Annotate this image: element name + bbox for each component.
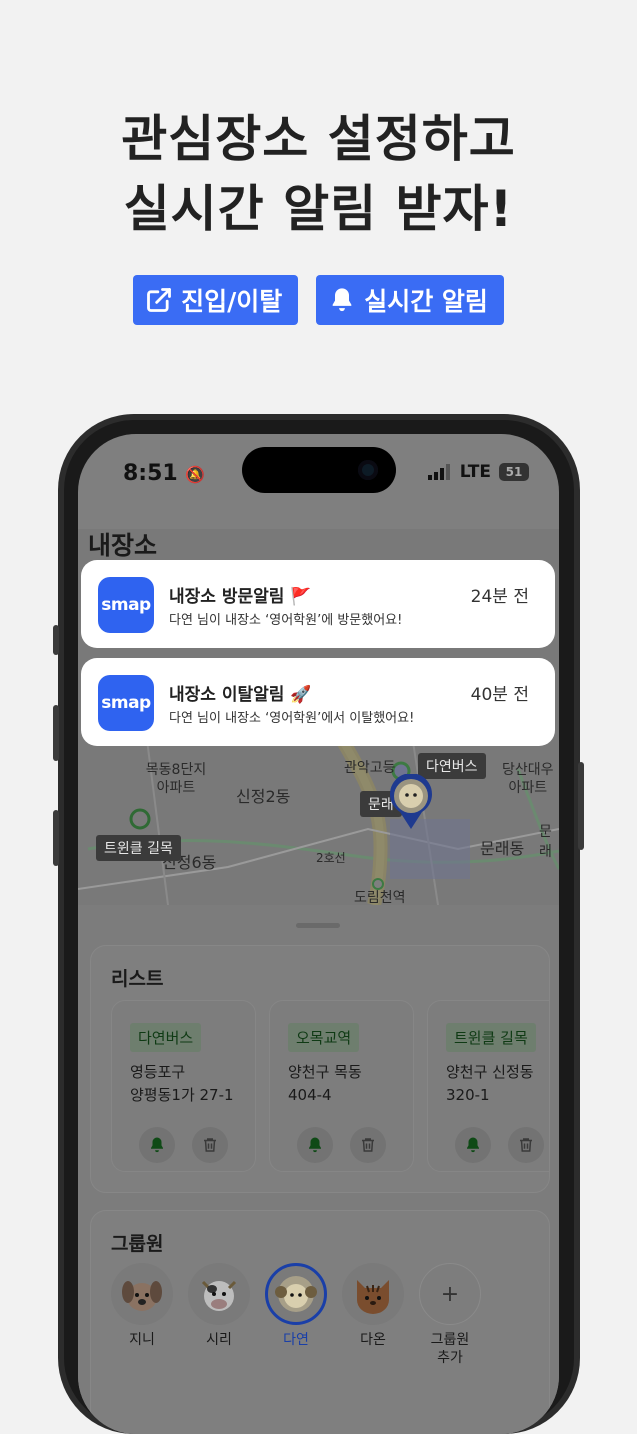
- page-title: 내장소: [88, 531, 158, 560]
- group-members: 지니 시리 다연 다온 + 그룹원 추가: [111, 1263, 481, 1367]
- map-label-mullae-edge: 문래: [539, 824, 552, 860]
- place-delete-button[interactable]: [350, 1127, 386, 1163]
- place-card[interactable]: 오목교역 양천구 목동 404-4: [269, 1000, 414, 1172]
- map-label-mokdong: 목동8단지 아파트: [145, 762, 207, 796]
- phone-volume-up-button: [53, 705, 59, 761]
- badge-entry-exit-label: 진입/이탈: [181, 287, 283, 316]
- dog-avatar-icon: [111, 1263, 173, 1325]
- cow-avatar-icon: [188, 1263, 250, 1325]
- notification-title: 내장소 이탈알림 🚀: [169, 685, 312, 705]
- bell-icon: [332, 288, 352, 312]
- status-right: LTE 51: [427, 462, 529, 482]
- place-alert-button[interactable]: [297, 1127, 333, 1163]
- notification-time: 24분 전: [470, 587, 529, 607]
- place-delete-button[interactable]: [192, 1127, 228, 1163]
- list-title: 리스트: [111, 968, 164, 990]
- member-name: 지니: [129, 1332, 155, 1348]
- badge-realtime-alert-label: 실시간 알림: [364, 287, 488, 316]
- phone-volume-down-button: [53, 810, 59, 866]
- map-label-mullae: 문래동: [480, 839, 525, 858]
- trash-icon: [520, 1138, 532, 1152]
- smap-logo-icon: smap: [98, 675, 154, 731]
- map-label-line2: 2호선: [316, 851, 346, 865]
- place-tag: 오목교역: [288, 1023, 360, 1052]
- bell-icon: [467, 1137, 479, 1153]
- member-name: 다온: [360, 1332, 386, 1348]
- user-location-pin[interactable]: [388, 773, 434, 830]
- bell-icon: [309, 1137, 321, 1153]
- bottom-sheet: 리스트 다연버스 영등포구 양평동1가 27-1 오목교역 양천구 목동 404…: [78, 905, 559, 1434]
- place-card[interactable]: 다연버스 영등포구 양평동1가 27-1: [111, 1000, 256, 1172]
- notification-visit[interactable]: smap 내장소 방문알림 🚩 다연 님이 내장소 ‘영어학원’에 방문했어요!…: [81, 560, 555, 648]
- group-title: 그룹원: [111, 1233, 164, 1255]
- map-label-sinjeong2: 신정2동: [236, 787, 291, 806]
- smap-logo-icon: smap: [98, 577, 154, 633]
- place-alert-button[interactable]: [139, 1127, 175, 1163]
- sheep-avatar-icon: [265, 1263, 327, 1325]
- place-address: 양천구 신정동 320-1: [446, 1063, 534, 1104]
- place-tag: 트윈클 길목: [446, 1023, 536, 1052]
- map-label-dangsan: 당산대우 아파트: [502, 762, 554, 796]
- place-address: 영등포구 양평동1가 27-1: [130, 1063, 234, 1104]
- place-tag: 다연버스: [130, 1023, 202, 1052]
- member-siri[interactable]: 시리: [188, 1263, 250, 1367]
- place-card[interactable]: 트윈클 길목 양천구 신정동 320-1: [427, 1000, 549, 1172]
- feature-badges: 진입/이탈 실시간 알림: [0, 275, 637, 325]
- notification-exit[interactable]: smap 내장소 이탈알림 🚀 다연 님이 내장소 ‘영어학원’에서 이탈했어요…: [81, 658, 555, 746]
- add-member-label: 그룹원 추가: [430, 1332, 470, 1366]
- notification-title: 내장소 방문알림 🚩: [169, 587, 312, 607]
- trash-icon: [362, 1138, 374, 1152]
- camera-icon: [358, 460, 378, 480]
- notification-body: 다연 님이 내장소 ‘영어학원’에서 이탈했어요!: [169, 711, 415, 726]
- signal-icon: [427, 464, 450, 480]
- bell-icon: [151, 1137, 163, 1153]
- phone-power-button: [578, 762, 584, 850]
- plus-icon: +: [419, 1263, 481, 1325]
- badge-realtime-alert: 실시간 알림: [316, 275, 504, 325]
- sheet-grabber[interactable]: [296, 923, 340, 928]
- group-panel: 그룹원 지니 시리 다연 다온 + 그룹원 추가: [90, 1210, 550, 1434]
- add-member-button[interactable]: + 그룹원 추가: [419, 1263, 481, 1367]
- member-name: 다연: [283, 1332, 309, 1348]
- badge-entry-exit: 진입/이탈: [133, 275, 299, 325]
- member-name: 시리: [206, 1332, 232, 1348]
- headline-line-2: 실시간 알림 받자!: [123, 180, 514, 238]
- map-label-dorimcheon: 도림천역: [354, 890, 406, 906]
- headline-line-1: 관심장소 설정하고: [121, 110, 516, 168]
- sheep-pin-icon: [390, 773, 432, 829]
- network-type: LTE: [459, 462, 491, 482]
- silent-bell-icon: 🔕: [185, 465, 206, 484]
- status-time: 8:51 🔕: [123, 461, 206, 486]
- member-jini[interactable]: 지니: [111, 1263, 173, 1367]
- dynamic-island: [242, 447, 396, 493]
- phone-mute-button: [53, 625, 59, 655]
- notification-time: 40분 전: [470, 685, 529, 705]
- member-daon[interactable]: 다온: [342, 1263, 404, 1367]
- trash-icon: [204, 1138, 216, 1152]
- place-delete-button[interactable]: [508, 1127, 544, 1163]
- places-list-panel: 리스트 다연버스 영등포구 양평동1가 27-1 오목교역 양천구 목동 404…: [90, 945, 550, 1193]
- notification-body: 다연 님이 내장소 ‘영어학원’에 방문했어요!: [169, 613, 403, 628]
- map-chip-twinkle[interactable]: 트윈클 길목: [96, 835, 181, 861]
- place-alert-button[interactable]: [455, 1127, 491, 1163]
- headline: 관심장소 설정하고 실시간 알림 받자!: [0, 104, 637, 244]
- member-dayeon[interactable]: 다연: [265, 1263, 327, 1367]
- battery-icon: 51: [499, 463, 529, 481]
- place-address: 양천구 목동 404-4: [288, 1063, 362, 1104]
- cat-avatar-icon: [342, 1263, 404, 1325]
- external-link-icon: [147, 288, 171, 312]
- phone-screen: 목동8단지 아파트 신정2동 신정6동 관악고등 당산대우 아파트 문래동 문래 도…: [78, 434, 559, 1434]
